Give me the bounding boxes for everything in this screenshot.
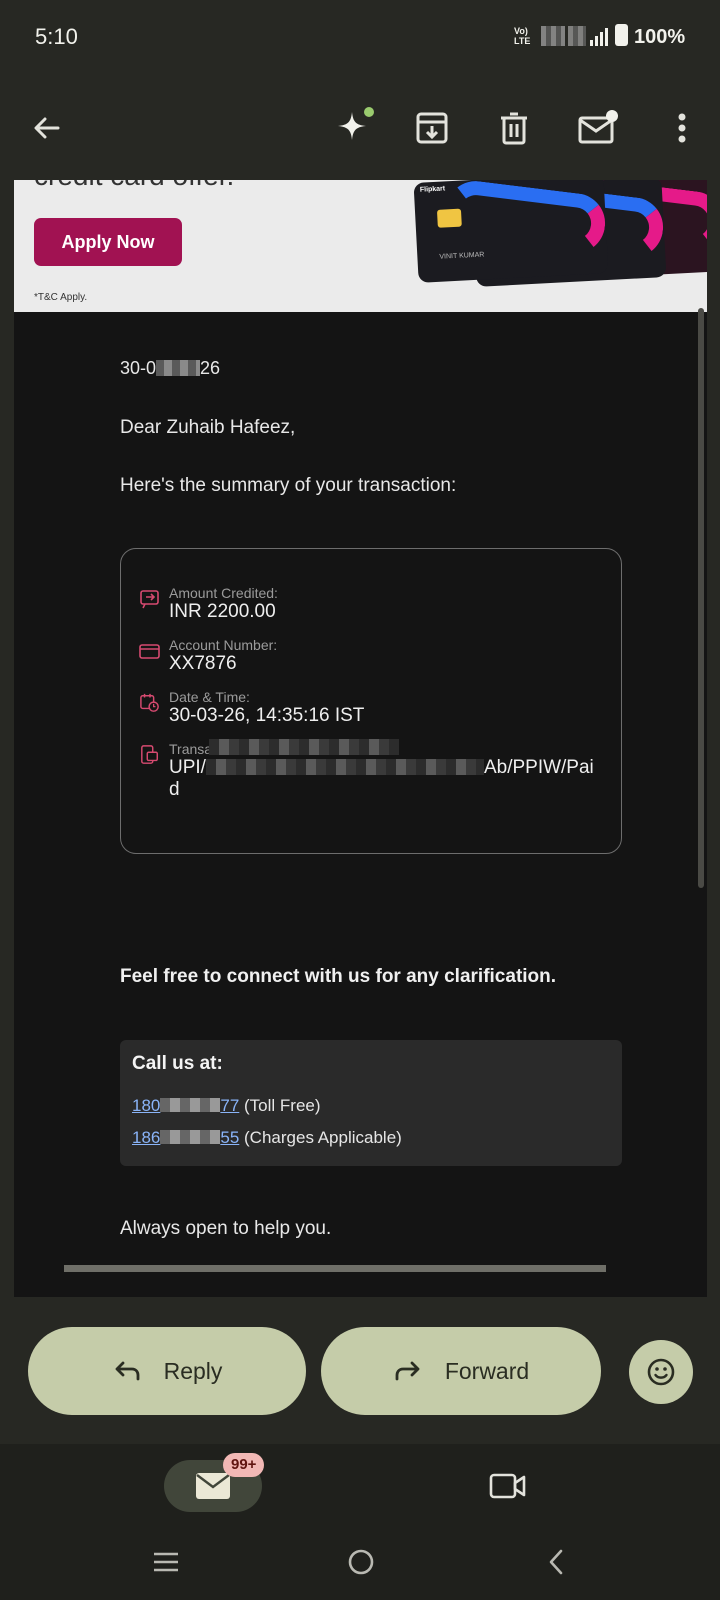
vertical-scrollbar[interactable] <box>698 308 704 888</box>
network-indicator: Vo) LTE <box>514 26 530 46</box>
detail-label: Date & Time: <box>169 689 250 705</box>
unread-badge: 99+ <box>223 1453 265 1477</box>
contact-box: Call us at: 180 77 (Toll Free) 186 55 (Cha… <box>120 1040 622 1166</box>
greeting: Dear Zuhaib Hafeez, <box>120 417 296 438</box>
call-us-heading: Call us at: <box>132 1053 223 1074</box>
redacted-text <box>156 360 201 376</box>
mark-unread-icon[interactable] <box>570 100 626 156</box>
receipt-icon <box>140 590 159 609</box>
emoji-reaction-button[interactable] <box>629 1340 693 1404</box>
clarification-text: Feel free to connect with us for any cla… <box>120 966 557 987</box>
sparkle-icon[interactable] <box>326 100 382 156</box>
forward-button[interactable]: Forward <box>321 1327 601 1415</box>
bottom-navigation: 99+ <box>0 1444 720 1600</box>
reply-icon <box>115 1361 139 1381</box>
detail-label: Account Number: <box>169 637 278 653</box>
reply-label: Reply <box>163 1357 223 1384</box>
battery-icon <box>615 24 628 46</box>
lte-label: LTE <box>514 36 531 46</box>
promo-card-image: Flipkart VINIT KUMAR <box>413 180 609 283</box>
back-chevron-icon <box>549 1549 563 1575</box>
email-toolbar <box>0 80 720 180</box>
emoji-smile-icon <box>647 1358 675 1386</box>
mail-icon <box>196 1473 230 1499</box>
detail-label: Amount Credited: <box>169 585 278 601</box>
home-circle-icon <box>348 1549 374 1575</box>
arrow-back-icon[interactable] <box>19 100 75 156</box>
meet-tab[interactable] <box>488 1466 528 1506</box>
summary-text: Here's the summary of your transaction: <box>120 475 457 496</box>
archive-icon[interactable] <box>404 100 460 156</box>
phone-link[interactable]: 186 55 <box>132 1128 239 1147</box>
trash-icon[interactable] <box>486 100 542 156</box>
forward-label: Forward <box>444 1357 530 1384</box>
card-icon <box>139 644 160 659</box>
status-bar: 5:10 Vo) LTE 100% <box>0 0 720 76</box>
more-vert-icon[interactable] <box>654 100 710 156</box>
card-holder: VINIT KUMAR <box>439 251 485 261</box>
transaction-details-box: Amount Credited: INR 2200.00 Account Num… <box>120 548 622 854</box>
volte-label: Vo) <box>514 26 528 36</box>
redacted-status-icon <box>568 26 586 46</box>
forward-icon <box>395 1361 420 1381</box>
card-brand: Flipkart <box>419 185 446 194</box>
reply-button[interactable]: Reply <box>28 1327 306 1415</box>
detail-value: UPI/Ab/PPIW/Pai <box>169 757 594 778</box>
system-back-button[interactable] <box>536 1544 576 1580</box>
email-date: 30-0 26 <box>120 358 221 378</box>
detail-value: INR 2200.00 <box>169 601 276 622</box>
apply-now-button[interactable]: Apply Now <box>34 218 182 266</box>
battery-percent: 100% <box>634 26 686 48</box>
horizontal-scrollbar[interactable] <box>64 1265 606 1272</box>
home-button[interactable] <box>341 1544 381 1580</box>
video-camera-icon <box>489 1473 526 1499</box>
transaction-icon <box>141 745 158 764</box>
clock: 5:10 <box>35 24 78 49</box>
tnc-text: *T&C Apply. <box>34 292 88 303</box>
calendar-clock-icon <box>140 693 159 712</box>
phone-link[interactable]: 180 77 <box>132 1096 239 1115</box>
detail-value-wrap: d <box>169 779 180 800</box>
detail-value: 30-03-26, 14:35:16 IST <box>169 705 365 726</box>
recents-button[interactable] <box>146 1544 186 1580</box>
detail-row-transaction: Transa UPI/Ab/PPIW/Pai d <box>139 739 609 811</box>
redacted-status-icon <box>541 26 565 46</box>
email-body[interactable]: credit card offer. Apply Now *T&C Apply.… <box>14 180 707 1297</box>
detail-label: Transa <box>169 741 213 757</box>
card-chip-icon <box>436 208 462 228</box>
redacted-text <box>209 739 399 755</box>
detail-value: XX7876 <box>169 653 237 674</box>
promo-text: credit card offer. <box>34 180 234 192</box>
recents-icon <box>154 1552 178 1572</box>
phone-charged: 186 55 (Charges Applicable) <box>132 1128 402 1147</box>
signal-icon <box>590 26 608 46</box>
phone-toll-free: 180 77 (Toll Free) <box>132 1096 321 1115</box>
promo-banner[interactable]: credit card offer. Apply Now *T&C Apply.… <box>14 180 707 312</box>
closing-text: Always open to help you. <box>120 1218 332 1239</box>
